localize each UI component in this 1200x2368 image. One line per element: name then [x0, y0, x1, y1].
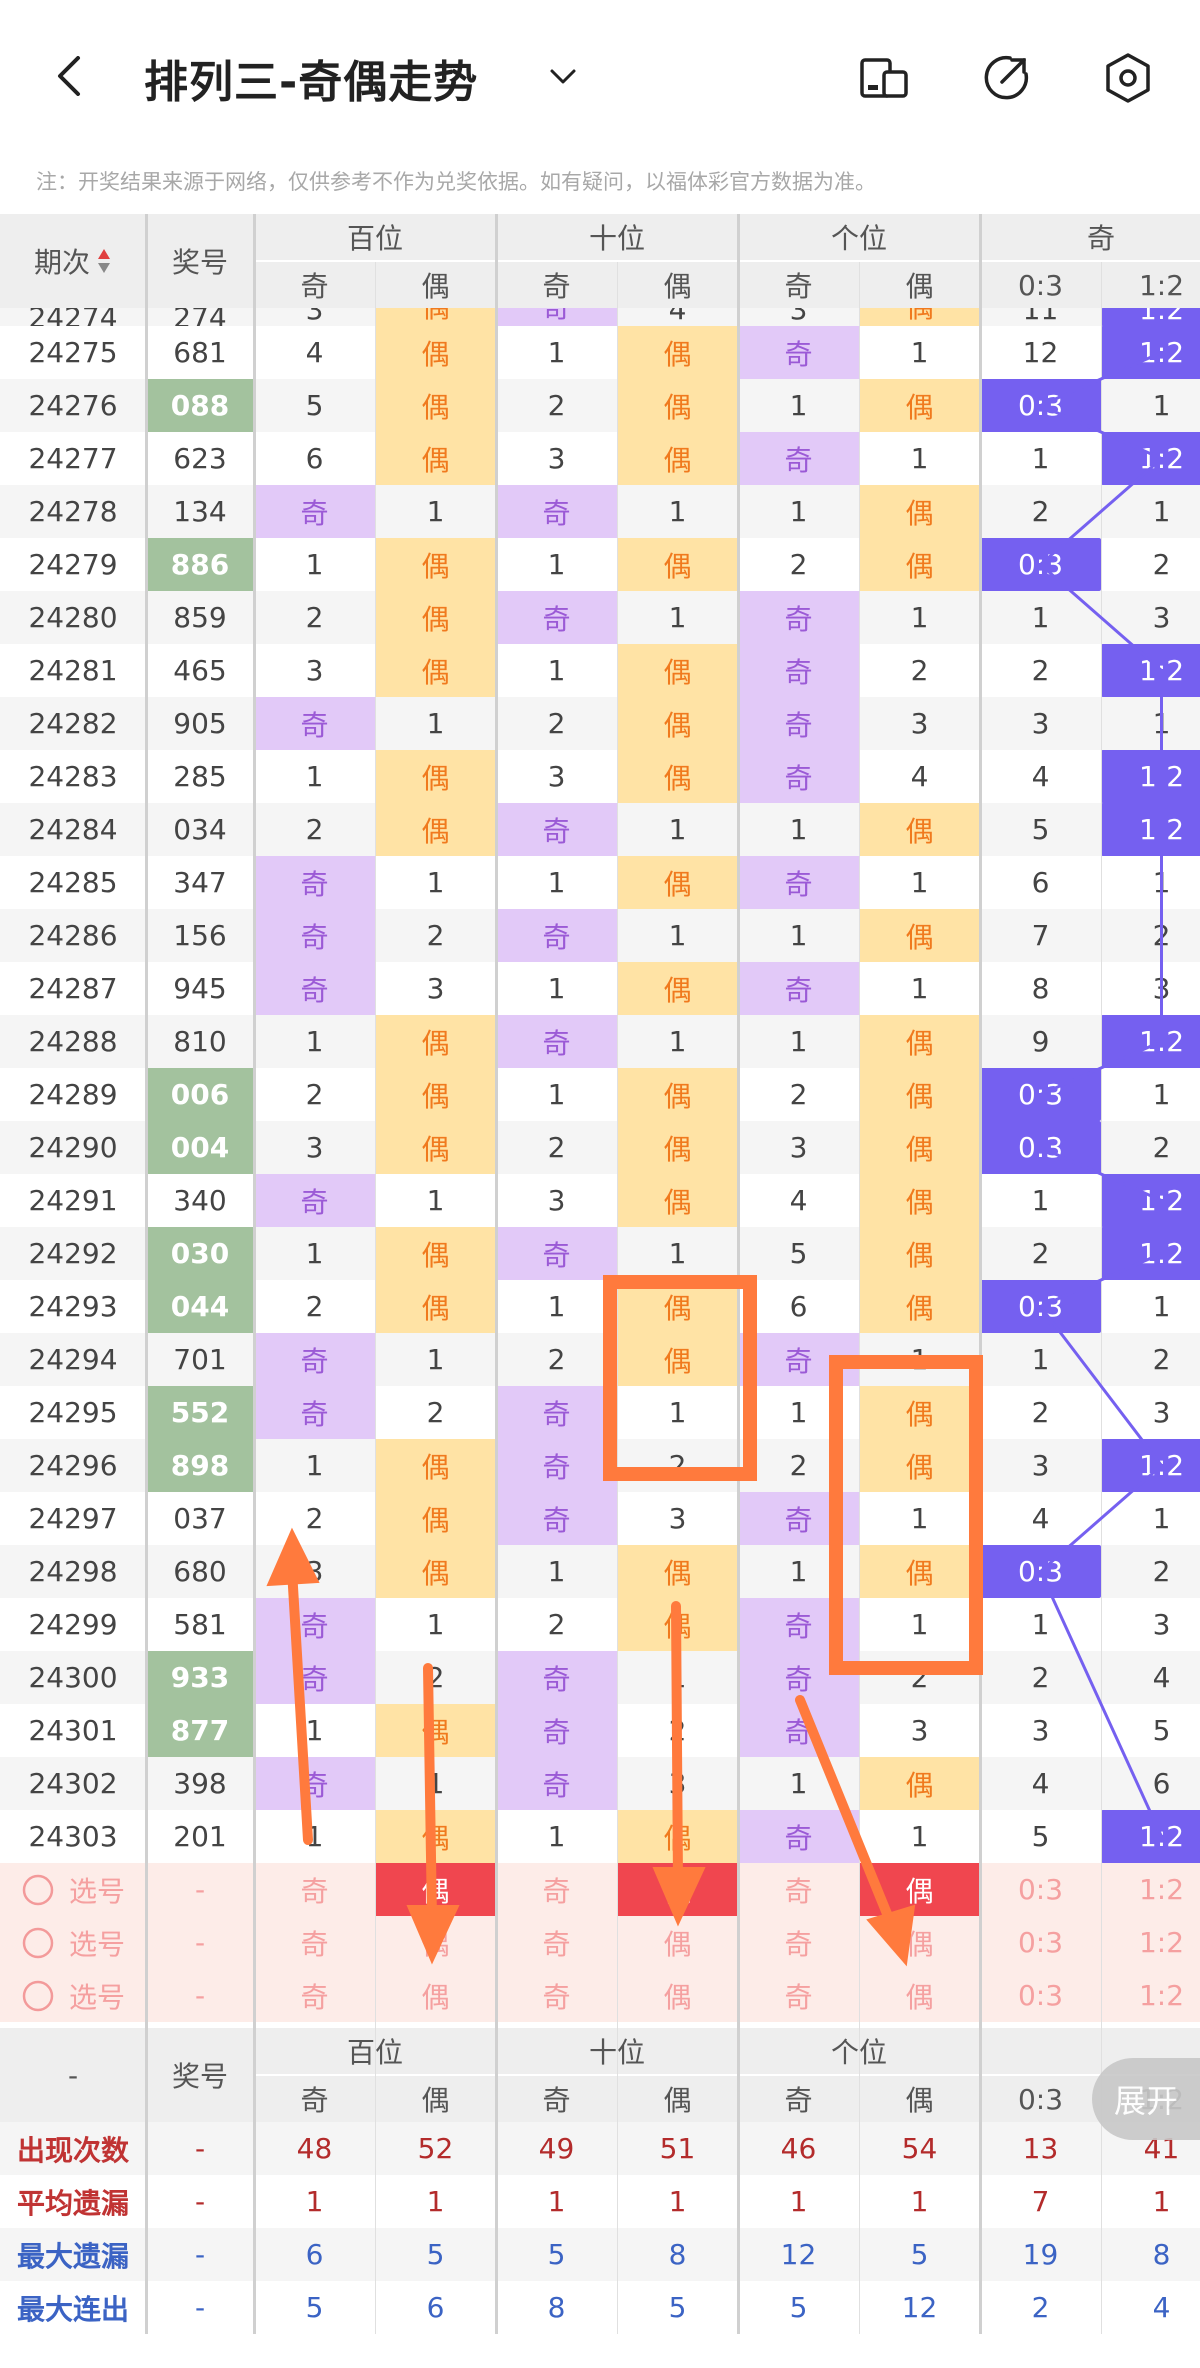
compare-icon[interactable] [858, 52, 910, 104]
trend-line-segment [1039, 1305, 1163, 1467]
disclaimer-notice: 注：开奖结果来源于网络，仅供参考不作为兑奖依据。如有疑问，以福体彩官方数据为准。 [36, 170, 876, 194]
back-icon[interactable] [52, 56, 92, 96]
page-title[interactable]: 排列三-奇偶走势 [144, 46, 478, 110]
trend-line-segment [1039, 351, 1163, 407]
share-icon[interactable] [980, 52, 1032, 104]
trend-line-segment [1039, 1464, 1163, 1573]
trend-line-segment [1039, 1252, 1163, 1308]
trend-line-segment [1039, 563, 1163, 672]
top-bar: 排列三-奇偶走势 [0, 0, 1200, 150]
trend-line-segment [1039, 1040, 1163, 1096]
chevron-down-icon[interactable] [548, 62, 578, 92]
trend-line-segment [1039, 404, 1163, 460]
expand-button[interactable]: 展开 [1092, 2058, 1200, 2140]
settings-icon[interactable] [1102, 52, 1154, 104]
ratio-trend-lines [1039, 351, 1163, 1838]
trend-line-segment [1039, 457, 1163, 566]
trend-line-segment [1039, 1146, 1163, 1202]
trend-line-segment [1039, 1570, 1163, 1838]
